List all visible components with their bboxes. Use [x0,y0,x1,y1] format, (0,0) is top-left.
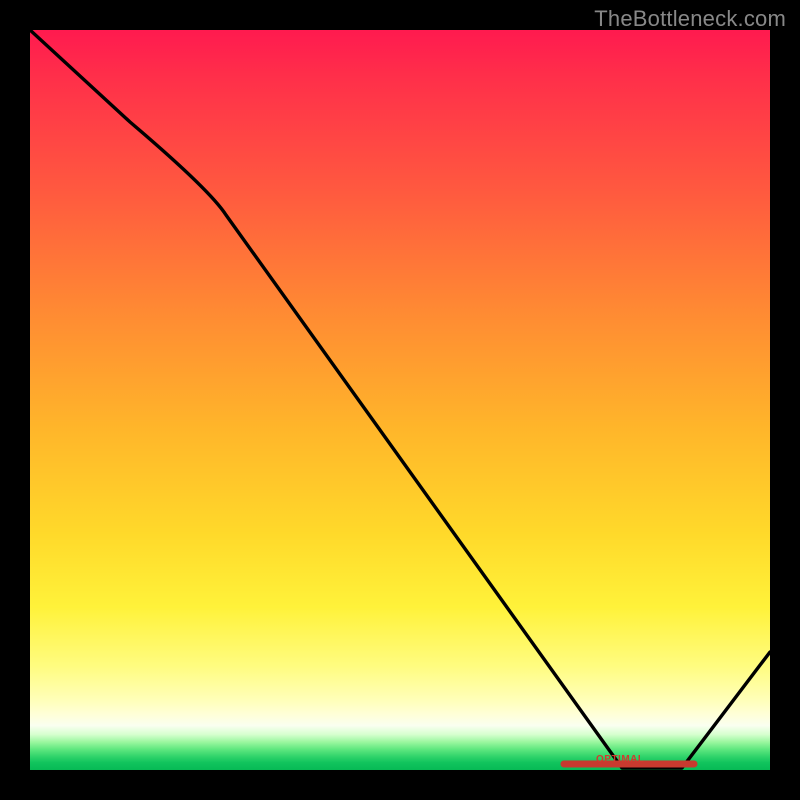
chart-svg [30,30,770,770]
watermark: TheBottleneck.com [594,6,786,32]
bottleneck-curve [30,30,770,768]
chart-frame: TheBottleneck.com OPTIMAL [0,0,800,800]
plot-area: OPTIMAL [30,30,770,770]
optimal-label: OPTIMAL [596,754,645,765]
